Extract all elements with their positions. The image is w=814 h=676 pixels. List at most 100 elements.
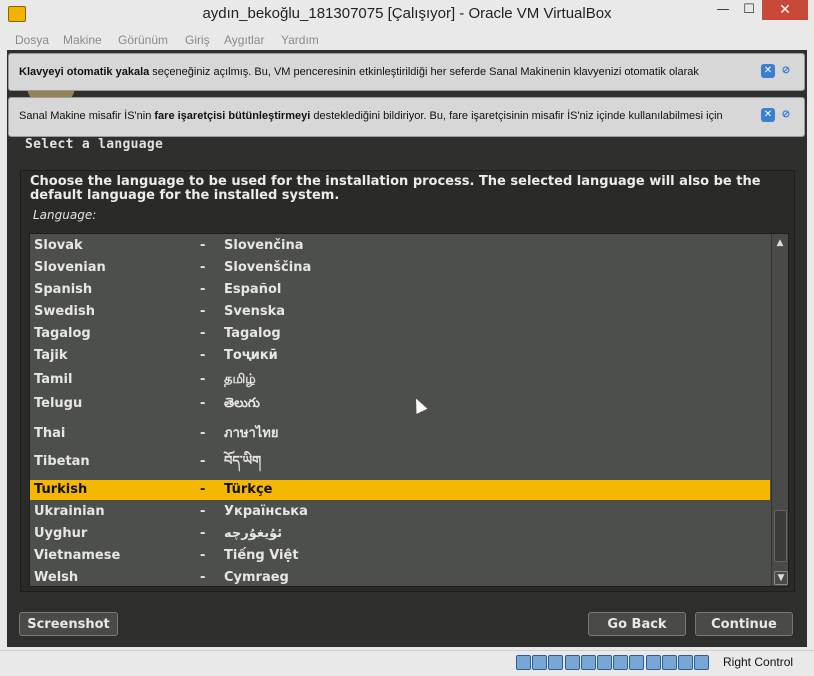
language-label: Language: [33, 208, 97, 222]
list-item[interactable]: Welsh - Cymraeg [30, 568, 770, 586]
optical-drive-icon[interactable] [532, 655, 548, 670]
scroll-up-icon[interactable]: ▲ [774, 237, 786, 249]
maximize-button[interactable]: ☐ [736, 0, 762, 20]
window-titlebar: aydın_bekoğlu_181307075 [Çalışıyor] - Or… [0, 0, 814, 30]
list-item[interactable]: Tagalog - Tagalog [30, 324, 770, 344]
menubar: Dosya Makine Görünüm Giriş Aygıtlar Yard… [7, 30, 807, 50]
language-native: བོད་ཡིག [224, 454, 262, 469]
vrdp-icon[interactable] [645, 655, 661, 670]
menu-makine[interactable]: Makine [63, 33, 102, 47]
language-native: Українська [224, 504, 308, 519]
list-item[interactable]: Slovak - Slovenčina [30, 236, 770, 256]
language-native: Тоҷикӣ [224, 348, 278, 363]
list-item[interactable]: Tajik - Тоҷикӣ [30, 346, 770, 366]
language-dash: - [200, 482, 206, 497]
keyboard-capture-notice: Klavyeyi otomatik yakala seçeneğiniz açı… [8, 53, 805, 91]
language-dash: - [200, 396, 206, 411]
language-name: Vietnamese [34, 548, 121, 563]
language-name: Turkish [34, 482, 88, 497]
language-dash: - [200, 304, 206, 319]
language-name: Tajik [34, 348, 68, 363]
display-icon[interactable] [613, 655, 629, 670]
usb-icon[interactable] [580, 655, 596, 670]
language-native: Tagalog [224, 326, 281, 341]
list-item[interactable]: Spanish - Español [30, 280, 770, 300]
list-item-selected[interactable]: Turkish - Türkçe [30, 480, 770, 500]
list-scrollbar[interactable]: ▲ ▼ [771, 234, 788, 586]
language-dash: - [200, 282, 206, 297]
list-item[interactable]: Tamil - தமிழ் [30, 370, 770, 390]
language-native: ئۇيغۇرچە [224, 526, 283, 541]
close-notice-icon[interactable]: ✕ [761, 108, 775, 122]
language-dash: - [200, 548, 206, 563]
language-name: Spanish [34, 282, 93, 297]
scrollbar-thumb[interactable] [774, 510, 787, 562]
language-name: Telugu [34, 396, 83, 411]
close-button[interactable]: ✕ [762, 0, 808, 20]
keyboard-capture-icon[interactable] [694, 655, 710, 670]
language-name: Welsh [34, 570, 79, 585]
close-notice-icon[interactable]: ✕ [761, 64, 775, 78]
list-item[interactable]: Tibetan - བོད་ཡིག [30, 452, 770, 472]
language-dash: - [200, 326, 206, 341]
instruction-text: Choose the language to be used for the i… [30, 174, 761, 203]
language-native: Svenska [224, 304, 286, 319]
shared-folders-icon[interactable] [597, 655, 612, 670]
language-dash: - [200, 526, 206, 541]
vm-display[interactable]: Pardus Klavyeyi otomatik yakala seçeneği… [7, 50, 807, 647]
host-key-label: Right Control [723, 655, 794, 669]
audio-icon[interactable] [548, 655, 564, 670]
notice-bold-text: Klavyeyi otomatik yakala [19, 66, 150, 78]
list-item[interactable]: Slovenian - Slovenščina [30, 258, 770, 278]
list-item[interactable]: Ukrainian - Українська [30, 502, 770, 522]
list-item[interactable]: Telugu - తెలుగు [30, 394, 770, 414]
notice-bold-text: fare işaretçisi bütünleştirmeyi [154, 110, 311, 122]
menu-aygitlar[interactable]: Aygıtlar [224, 33, 264, 47]
installer-content: Choose the language to be used for the i… [20, 170, 795, 592]
hard-disk-icon[interactable] [516, 655, 531, 670]
mouse-integration-notice: Sanal Makine misafir İS'nin fare işaretç… [8, 97, 805, 137]
language-name: Swedish [34, 304, 95, 319]
screenshot-button[interactable]: Screenshot [19, 612, 118, 636]
language-native: ภาษาไทย [224, 426, 279, 441]
language-native: తెలుగు [224, 396, 260, 411]
continue-button[interactable]: Continue [695, 612, 793, 636]
language-name: Tagalog [34, 326, 91, 341]
menu-giris[interactable]: Giriş [185, 33, 210, 47]
language-native: Tiếng Việt [224, 548, 299, 563]
language-native: Slovenčina [224, 238, 304, 253]
section-title: Select a language [25, 137, 164, 152]
language-dash: - [200, 348, 206, 363]
list-item[interactable]: Thai - ภาษาไทย [30, 424, 770, 444]
language-name: Tamil [34, 372, 73, 387]
go-back-button[interactable]: Go Back [588, 612, 686, 636]
mute-notice-icon[interactable]: ⊘ [779, 64, 793, 78]
language-name: Slovak [34, 238, 83, 253]
list-item[interactable]: Swedish - Svenska [30, 302, 770, 322]
language-dash: - [200, 504, 206, 519]
statusbar: Right Control [0, 650, 814, 676]
language-list[interactable]: Slovak - Slovenčina Slovenian - Slovenščina Sp… [29, 233, 789, 587]
language-dash: - [200, 238, 206, 253]
video-capture-icon[interactable] [629, 655, 645, 670]
mouse-integration-icon[interactable] [678, 655, 693, 670]
language-native: Türkçe [224, 482, 273, 497]
menu-yardim[interactable]: Yardım [281, 33, 319, 47]
network-icon[interactable] [564, 655, 580, 670]
language-dash: - [200, 260, 206, 275]
language-name: Ukrainian [34, 504, 105, 519]
mute-notice-icon[interactable]: ⊘ [779, 108, 793, 122]
language-dash: - [200, 426, 206, 441]
menu-gorunum[interactable]: Görünüm [118, 33, 168, 47]
language-dash: - [200, 454, 206, 469]
menu-dosya[interactable]: Dosya [15, 33, 49, 47]
list-item[interactable]: Vietnamese - Tiếng Việt [30, 546, 770, 566]
virtualization-icon[interactable] [661, 655, 677, 670]
language-dash: - [200, 372, 206, 387]
minimize-button[interactable]: — [710, 0, 736, 20]
scroll-down-icon[interactable]: ▼ [774, 571, 788, 585]
language-name: Tibetan [34, 454, 90, 469]
language-name: Thai [34, 426, 66, 441]
list-item[interactable]: Uyghur - ئۇيغۇرچە [30, 524, 770, 544]
language-native: Español [224, 282, 282, 297]
